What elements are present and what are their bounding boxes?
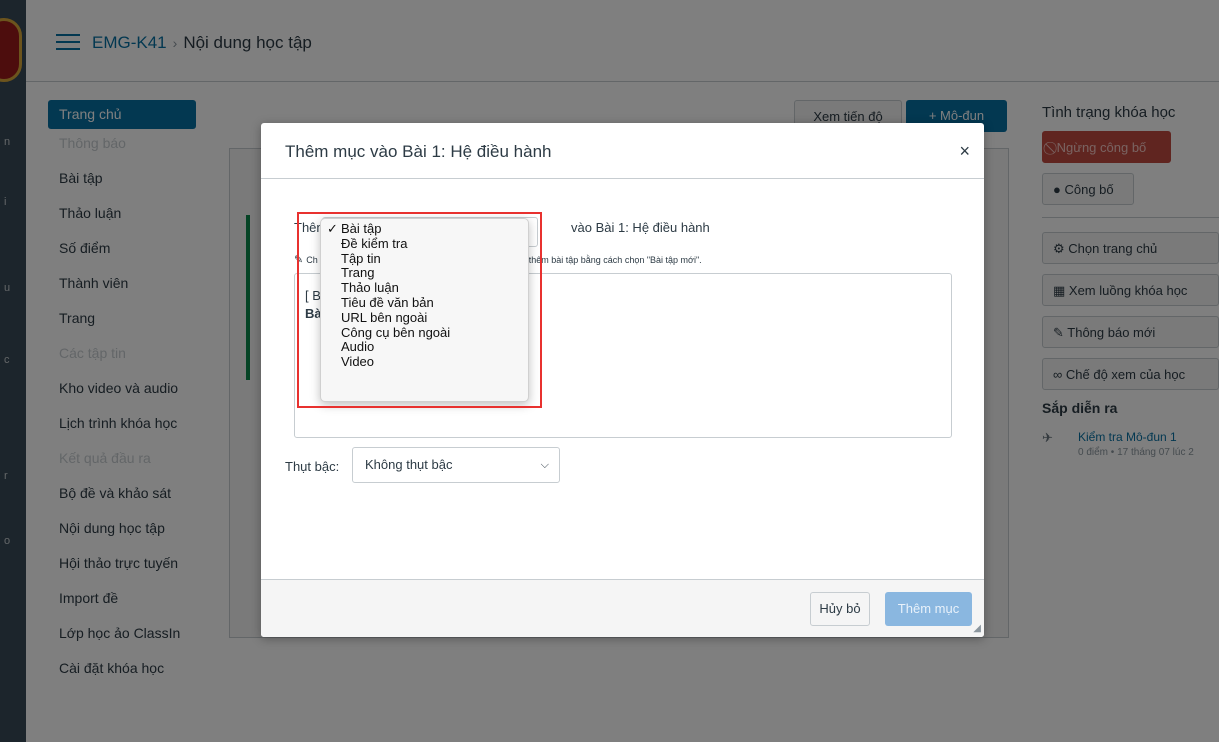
indent-select[interactable]: Không thụt bậc ⌵ <box>352 447 560 483</box>
dialog-header: Thêm mục vào Bài 1: Hệ điều hành × <box>261 123 984 179</box>
cancel-button[interactable]: Hủy bỏ <box>810 592 870 626</box>
indent-label: Thụt bậc: <box>285 459 340 474</box>
dialog-footer: Hủy bỏ Thêm mục ◢ <box>261 579 984 637</box>
add-suffix-label: vào Bài 1: Hệ điều hành <box>571 220 710 235</box>
add-item-button[interactable]: Thêm mục <box>885 592 972 626</box>
chevron-down-icon: ⌵ <box>540 459 549 471</box>
indent-select-value: Không thụt bậc <box>365 457 453 472</box>
dialog-title: Thêm mục vào Bài 1: Hệ điều hành <box>285 142 552 161</box>
close-icon[interactable]: × <box>959 141 970 162</box>
indent-row: Thụt bậc: Không thụt bậc ⌵ <box>285 447 560 483</box>
resize-handle-icon[interactable]: ◢ <box>973 623 981 634</box>
highlight-annotation-box <box>297 212 542 408</box>
